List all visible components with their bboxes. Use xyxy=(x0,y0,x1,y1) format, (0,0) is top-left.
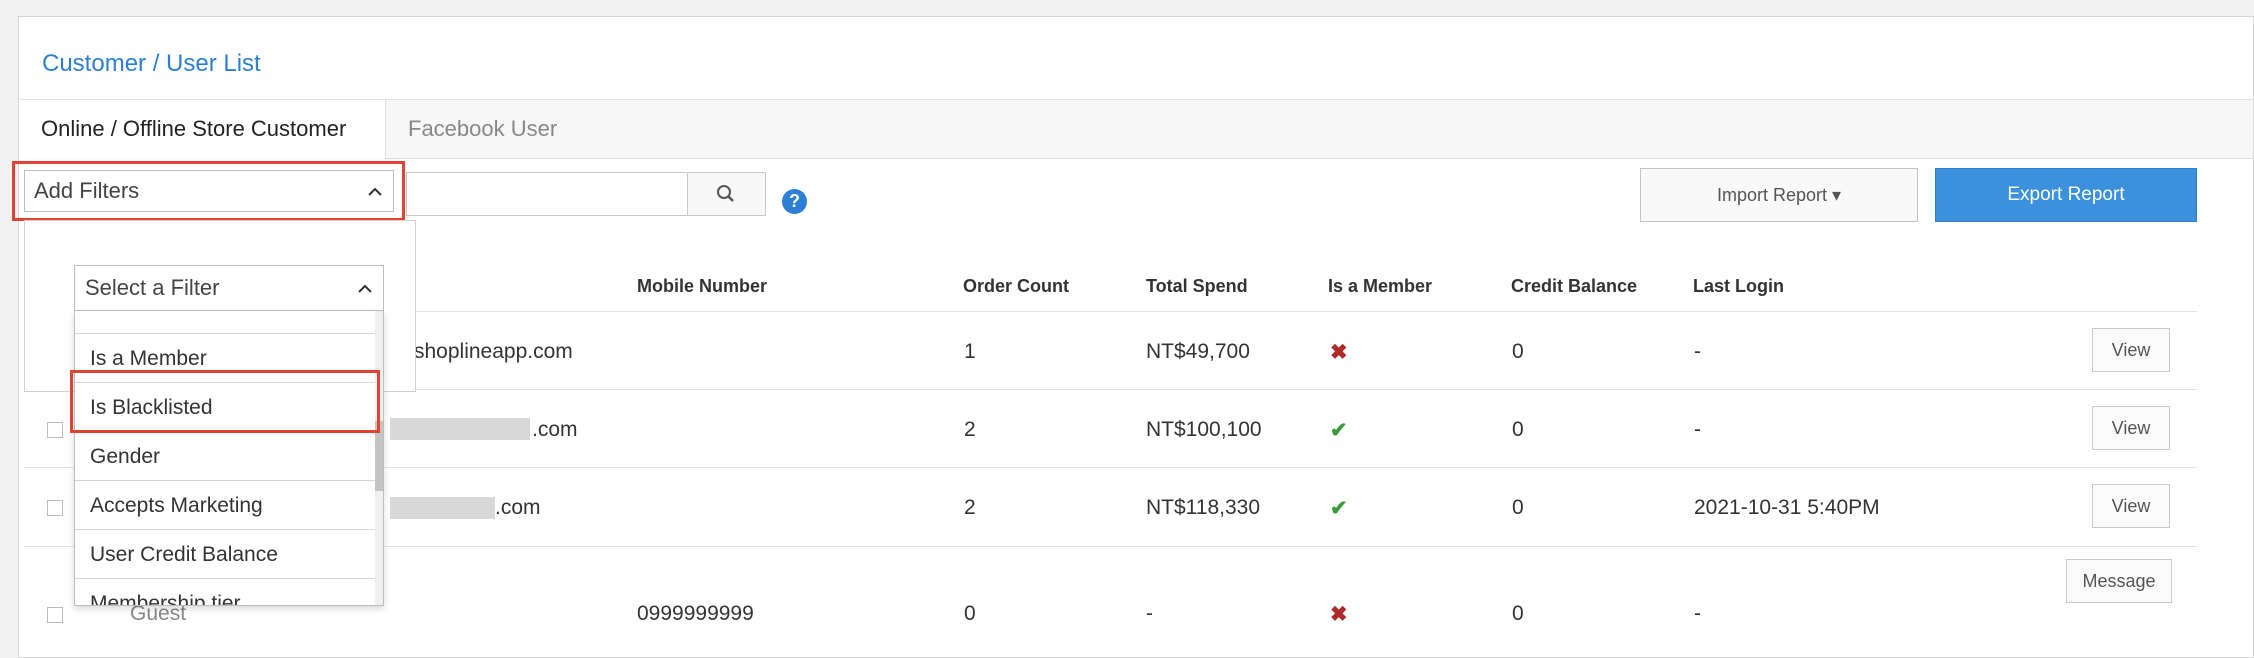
import-report-button[interactable]: Import Report ▾ xyxy=(1640,168,1918,222)
list-item-clipped xyxy=(75,311,375,334)
select-a-filter[interactable]: Select a Filter xyxy=(74,265,384,311)
dropdown-scrollbar[interactable] xyxy=(375,311,383,605)
view-button[interactable]: View xyxy=(2092,484,2170,528)
export-report-button[interactable]: Export Report xyxy=(1935,168,2197,222)
add-filters-label: Add Filters xyxy=(34,178,140,203)
table-row-last-login: 2021-10-31 5:40PM xyxy=(1694,496,1880,519)
option-is-a-member[interactable]: Is a Member xyxy=(75,334,375,383)
table-row-email: shoplineapp.com xyxy=(414,340,573,363)
add-filters-select[interactable]: Add Filters xyxy=(24,170,394,212)
header-order-count: Order Count xyxy=(963,276,1069,296)
redacted-email xyxy=(390,418,530,440)
view-button[interactable]: View xyxy=(2092,328,2170,372)
row-checkbox[interactable] xyxy=(47,607,63,623)
header-last-login: Last Login xyxy=(1693,276,1784,296)
view-button[interactable]: View xyxy=(2092,406,2170,450)
table-row-last-login: - xyxy=(1694,602,1701,625)
table-row-last-login: - xyxy=(1694,340,1701,363)
chevron-up-icon xyxy=(367,171,383,225)
table-row-mobile: 0999999999 xyxy=(637,602,754,625)
row-checkbox[interactable] xyxy=(47,500,63,516)
option-membership-tier[interactable]: Membership tier xyxy=(75,579,375,605)
search-icon xyxy=(717,185,734,202)
search-input[interactable] xyxy=(406,172,688,216)
table-row-order-count: 1 xyxy=(964,340,976,363)
tab-facebook-user[interactable]: Facebook User xyxy=(386,100,579,158)
tabs-bar: Online / Offline Store Customer Facebook… xyxy=(19,99,2253,159)
table-row-order-count: 2 xyxy=(964,496,976,519)
table-row-total-spend: NT$100,100 xyxy=(1146,418,1262,441)
table-row-email: .com xyxy=(495,496,541,519)
table-row-credit: 0 xyxy=(1512,340,1524,363)
option-user-credit-balance[interactable]: User Credit Balance xyxy=(75,530,375,579)
redacted-email xyxy=(390,497,495,519)
cross-icon: ✖ xyxy=(1330,341,1348,364)
tab-online-offline-customer[interactable]: Online / Offline Store Customer xyxy=(19,100,386,159)
row-checkbox[interactable] xyxy=(47,422,63,438)
scrollbar-thumb[interactable] xyxy=(375,421,383,491)
header-is-a-member: Is a Member xyxy=(1328,276,1433,296)
message-button[interactable]: Message xyxy=(2066,559,2172,603)
page-title: Customer / User List xyxy=(42,50,261,77)
table-row-total-spend: NT$49,700 xyxy=(1146,340,1250,363)
filter-options-list: Is a Member Is Blacklisted Gender Accept… xyxy=(74,311,384,606)
header-credit-balance: Credit Balance xyxy=(1511,276,1638,296)
table-row-last-login: - xyxy=(1694,418,1701,441)
header-mobile-number: Mobile Number xyxy=(637,276,768,296)
option-gender[interactable]: Gender xyxy=(75,432,375,481)
cross-icon: ✖ xyxy=(1330,603,1348,626)
option-is-blacklisted[interactable]: Is Blacklisted xyxy=(75,383,375,432)
table-row-order-count: 0 xyxy=(964,602,976,625)
check-icon: ✔ xyxy=(1330,497,1348,520)
table-row-credit: 0 xyxy=(1512,496,1524,519)
table-row-credit: 0 xyxy=(1512,602,1524,625)
select-a-filter-label: Select a Filter xyxy=(85,275,220,300)
table-row-total-spend: - xyxy=(1146,602,1153,625)
help-icon[interactable]: ? xyxy=(782,189,807,214)
header-total-spend: Total Spend xyxy=(1146,276,1248,296)
table-row-credit: 0 xyxy=(1512,418,1524,441)
table-row-total-spend: NT$118,330 xyxy=(1146,496,1261,519)
check-icon: ✔ xyxy=(1330,419,1348,442)
table-row-order-count: 2 xyxy=(964,418,976,441)
table-row-email: .com xyxy=(532,418,578,441)
option-accepts-marketing[interactable]: Accepts Marketing xyxy=(75,481,375,530)
search-button[interactable] xyxy=(688,172,766,216)
